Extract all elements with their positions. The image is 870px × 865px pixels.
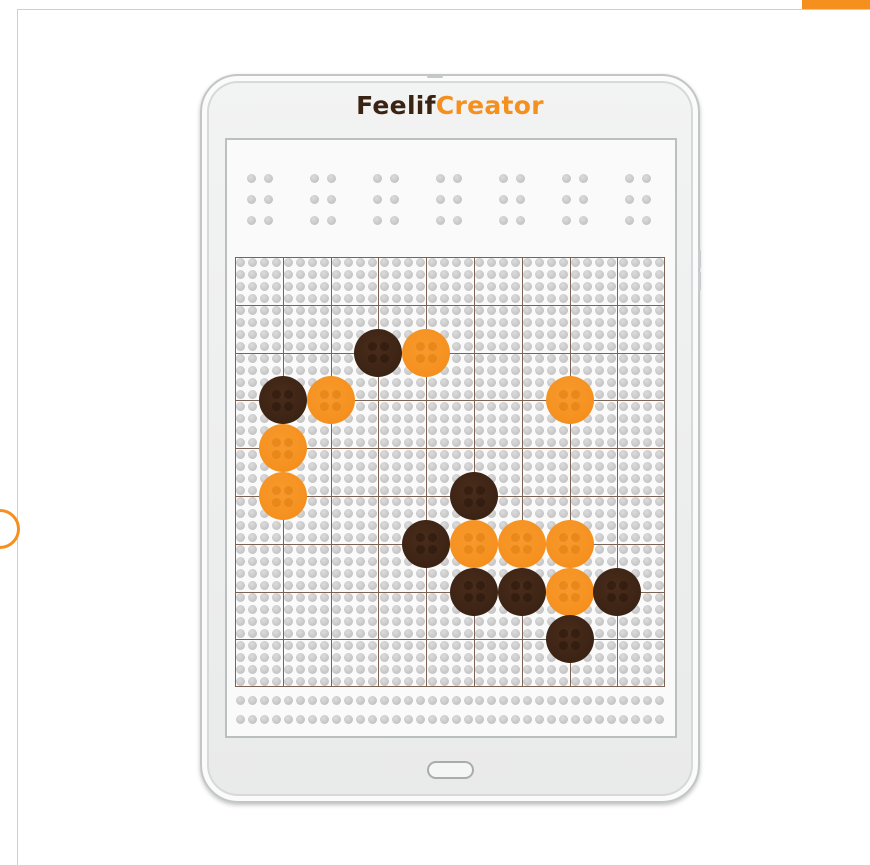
braille-pin-icon [379, 342, 389, 352]
braille-pin-icon [284, 389, 294, 399]
braille-pin-icon [511, 545, 521, 555]
braille-pin-icon [463, 533, 473, 543]
braille-pin-icon [415, 533, 425, 543]
braille-pin-icon [427, 354, 437, 364]
braille-pin-icon [463, 497, 473, 507]
game-pieces-layer [0, 0, 870, 865]
braille-pin-icon [272, 437, 282, 447]
braille-pin-icon [475, 485, 485, 495]
braille-pin-icon [427, 342, 437, 352]
braille-pin-icon [475, 533, 485, 543]
braille-pin-icon [427, 545, 437, 555]
braille-pin-icon [463, 581, 473, 591]
dark-stone[interactable] [450, 567, 498, 616]
braille-pin-icon [559, 640, 569, 650]
braille-pin-icon [559, 581, 569, 591]
braille-pin-icon [606, 581, 616, 591]
braille-pin-icon [571, 640, 581, 650]
braille-pin-icon [559, 533, 569, 543]
orange-stone[interactable] [402, 328, 451, 377]
braille-pin-icon [415, 545, 425, 555]
braille-pin-icon [571, 628, 581, 638]
braille-pin-icon [523, 593, 533, 603]
dark-stone[interactable] [450, 472, 498, 520]
braille-pin-icon [272, 389, 282, 399]
braille-pin-icon [523, 581, 533, 591]
braille-pin-icon [559, 545, 569, 555]
dark-stone[interactable] [402, 519, 451, 568]
braille-pin-icon [571, 545, 581, 555]
braille-pin-icon [272, 497, 282, 507]
braille-pin-icon [571, 533, 581, 543]
braille-pin-icon [475, 545, 485, 555]
braille-pin-icon [571, 593, 581, 603]
home-button-icon[interactable] [427, 761, 474, 779]
braille-pin-icon [559, 628, 569, 638]
orange-stone[interactable] [497, 519, 546, 568]
braille-pin-icon [475, 497, 485, 507]
dark-stone[interactable] [545, 615, 594, 664]
braille-pin-icon [571, 581, 581, 591]
braille-pin-icon [332, 401, 342, 411]
braille-pin-icon [511, 581, 521, 591]
braille-pin-icon [427, 533, 437, 543]
braille-pin-icon [571, 389, 581, 399]
braille-pin-icon [463, 485, 473, 495]
braille-pin-icon [367, 354, 377, 364]
braille-pin-icon [272, 401, 282, 411]
braille-pin-icon [284, 401, 294, 411]
braille-pin-icon [511, 533, 521, 543]
braille-pin-icon [415, 354, 425, 364]
braille-pin-icon [463, 593, 473, 603]
braille-pin-icon [571, 401, 581, 411]
braille-pin-icon [523, 533, 533, 543]
orange-stone[interactable] [258, 472, 307, 520]
braille-pin-icon [559, 401, 569, 411]
orange-stone[interactable] [545, 567, 594, 616]
braille-pin-icon [284, 497, 294, 507]
orange-stone[interactable] [545, 376, 594, 425]
orange-stone[interactable] [306, 376, 355, 425]
orange-stone[interactable] [545, 519, 594, 568]
braille-pin-icon [475, 593, 485, 603]
braille-pin-icon [475, 581, 485, 591]
braille-pin-icon [284, 485, 294, 495]
braille-pin-icon [320, 401, 330, 411]
braille-pin-icon [332, 389, 342, 399]
braille-pin-icon [618, 593, 628, 603]
braille-pin-icon [284, 437, 294, 447]
braille-pin-icon [606, 593, 616, 603]
braille-pin-icon [272, 485, 282, 495]
braille-pin-icon [320, 389, 330, 399]
dark-stone[interactable] [593, 567, 642, 616]
braille-pin-icon [272, 449, 282, 459]
braille-pin-icon [511, 593, 521, 603]
orange-stone[interactable] [450, 519, 498, 568]
braille-pin-icon [463, 545, 473, 555]
dark-stone[interactable] [258, 376, 307, 425]
dark-stone[interactable] [354, 328, 403, 377]
braille-pin-icon [559, 593, 569, 603]
dark-stone[interactable] [497, 567, 546, 616]
braille-pin-icon [559, 389, 569, 399]
braille-pin-icon [284, 449, 294, 459]
braille-pin-icon [379, 354, 389, 364]
braille-pin-icon [415, 342, 425, 352]
orange-stone[interactable] [258, 424, 307, 473]
braille-pin-icon [367, 342, 377, 352]
braille-pin-icon [523, 545, 533, 555]
braille-pin-icon [618, 581, 628, 591]
